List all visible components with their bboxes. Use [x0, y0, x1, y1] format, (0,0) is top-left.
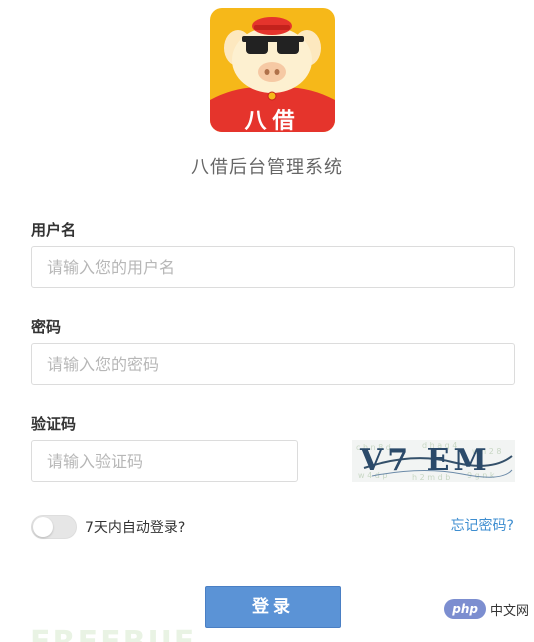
remember-toggle[interactable] [31, 515, 77, 539]
forgot-password-link[interactable]: 忘记密码? [451, 515, 514, 535]
app-logo: 八借 [210, 8, 335, 132]
app-title: 八借后台管理系统 [191, 157, 343, 178]
password-input[interactable] [31, 343, 515, 385]
logo-text: 八借 [244, 109, 301, 132]
watermark-right: php 中文网 [444, 596, 529, 622]
captcha-image[interactable]: c h n 8 d d h a q 4 w n 2 8 w 4 d p h 2 … [352, 440, 515, 482]
remember-label: 7天内自动登录? [85, 520, 186, 536]
php-badge: php [444, 599, 486, 619]
password-label: 密码 [31, 318, 62, 336]
toggle-knob [33, 517, 53, 537]
username-label: 用户名 [31, 221, 77, 239]
captcha-input[interactable] [31, 440, 298, 482]
login-button[interactable]: 登录 [205, 586, 341, 628]
captcha-text: V7 EM [360, 443, 491, 478]
captcha-label: 验证码 [31, 415, 77, 433]
username-input[interactable] [31, 246, 515, 288]
watermark-site-text: 中文网 [489, 603, 529, 619]
watermark-left: FREEBUF [30, 625, 196, 642]
